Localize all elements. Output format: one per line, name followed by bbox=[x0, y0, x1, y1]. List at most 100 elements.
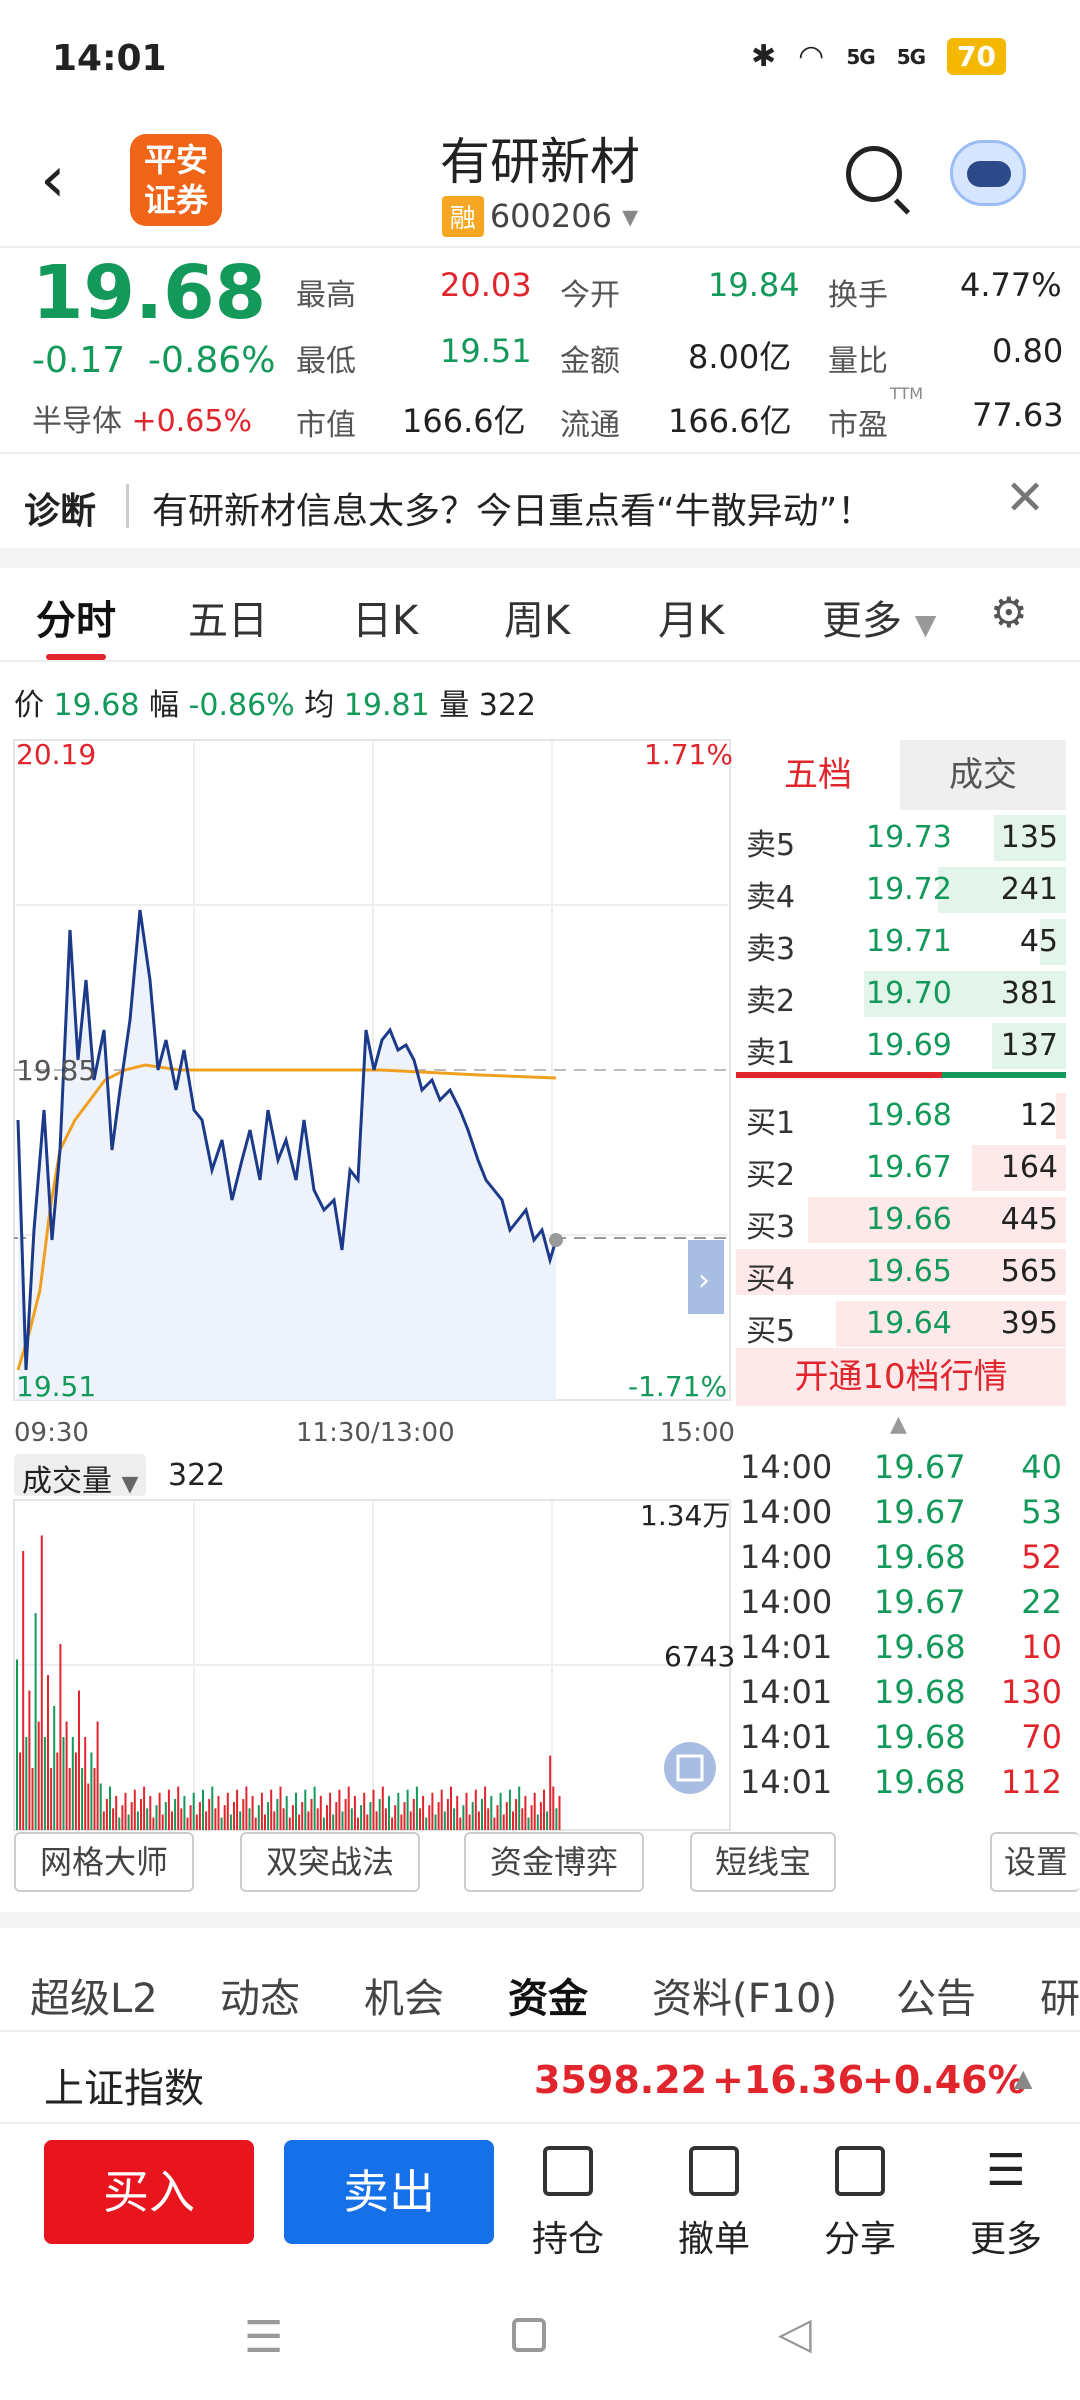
tool-double-breakout[interactable]: 双突战法 bbox=[240, 1832, 420, 1892]
intraday-chart[interactable]: › bbox=[0, 730, 736, 1840]
share-button[interactable]: 分享 bbox=[810, 2146, 910, 2262]
volume-bar bbox=[304, 1789, 307, 1830]
volume-bar bbox=[512, 1811, 514, 1830]
volume-bar bbox=[443, 1811, 446, 1830]
industry[interactable]: 半导体 +0.65% bbox=[32, 396, 252, 440]
volume-bar bbox=[453, 1808, 456, 1830]
volume-bar bbox=[205, 1811, 208, 1830]
sell-button[interactable]: 卖出 bbox=[284, 2140, 494, 2244]
volume-bar bbox=[198, 1802, 201, 1830]
volume-bar bbox=[124, 1792, 127, 1830]
volume-bar bbox=[301, 1802, 304, 1830]
volume-bar bbox=[25, 1737, 28, 1830]
volume-bar bbox=[254, 1817, 257, 1830]
stock-code-row[interactable]: 融 600206 ▾ bbox=[0, 196, 1080, 237]
volume-bar bbox=[242, 1799, 245, 1830]
volume-bar bbox=[555, 1808, 558, 1830]
volume-bar bbox=[115, 1795, 118, 1830]
chevron-up-icon[interactable]: ▲ bbox=[1014, 2064, 1032, 2092]
volume-bar bbox=[130, 1802, 133, 1830]
more-button[interactable]: ☰ 更多 bbox=[956, 2146, 1056, 2262]
assistant-robot-icon[interactable] bbox=[950, 140, 1026, 206]
volume-bar bbox=[90, 1752, 93, 1830]
volume-bar bbox=[93, 1768, 96, 1830]
tool-short-term[interactable]: 短线宝 bbox=[690, 1832, 836, 1892]
tab-super-l2[interactable]: 超级L2 bbox=[30, 1966, 158, 2024]
y-bot-label: 19.51 bbox=[16, 1370, 97, 1403]
index-value: 3598.22 bbox=[534, 2058, 708, 2102]
tab-f10[interactable]: 资料(F10) bbox=[652, 1966, 837, 2024]
tab-five-levels[interactable]: 五档 bbox=[736, 740, 900, 810]
mcap-value: 166.6亿 bbox=[402, 402, 526, 440]
volume-bar bbox=[369, 1802, 372, 1830]
tab-monthly-k[interactable]: 月K bbox=[658, 588, 724, 646]
menu-nav-icon[interactable]: ☰ bbox=[244, 2312, 283, 2363]
bid-ask-ratio-bar bbox=[736, 1072, 1066, 1078]
tool-fund-game[interactable]: 资金博弈 bbox=[464, 1832, 644, 1892]
system-nav-bar: ☰ ◁ bbox=[0, 2290, 1080, 2400]
tab-intraday[interactable]: 分时 bbox=[36, 588, 116, 646]
tab-announcement[interactable]: 公告 bbox=[896, 1966, 976, 2024]
volume-bar bbox=[229, 1814, 232, 1830]
tab-opportunity[interactable]: 机会 bbox=[364, 1966, 444, 2024]
holdings-button[interactable]: 持仓 bbox=[518, 2146, 618, 2262]
diagnosis-banner[interactable]: 诊断 有研新材信息太多？今日重点看“牛散异动”！ ✕ bbox=[0, 460, 1080, 548]
cancel-order-button[interactable]: 撤单 bbox=[664, 2146, 764, 2262]
volume-bar bbox=[285, 1795, 288, 1830]
volume-bar bbox=[493, 1817, 496, 1830]
tab-weekly-k[interactable]: 周K bbox=[504, 588, 570, 646]
close-icon[interactable]: ✕ bbox=[1005, 470, 1045, 526]
diagnosis-message: 有研新材信息太多？今日重点看“牛散异动”！ bbox=[152, 491, 874, 532]
index-ticker[interactable]: 上证指数 3598.22 +16.36 +0.46% ▲ bbox=[0, 2036, 1080, 2122]
volume-bar bbox=[127, 1814, 130, 1830]
volume-bar bbox=[536, 1814, 539, 1830]
chevron-up-icon[interactable]: ▲ bbox=[890, 1412, 907, 1437]
menu-icon: ☰ bbox=[986, 2145, 1026, 2196]
volume-bar bbox=[78, 1690, 80, 1830]
volume-bar bbox=[288, 1817, 291, 1830]
trade-row: 14:00 19.67 40 bbox=[740, 1448, 1062, 1486]
volume-bar bbox=[546, 1811, 549, 1830]
volume-ratio-value: 0.80 bbox=[992, 332, 1064, 370]
volume-bar bbox=[508, 1789, 511, 1830]
volume-bar bbox=[329, 1792, 332, 1830]
status-bar: 14:01 ✱ ◠ 5G 5G 70 bbox=[0, 0, 1080, 120]
tab-research[interactable]: 研 bbox=[1040, 1966, 1080, 2024]
tab-capital[interactable]: 资金 bbox=[508, 1966, 588, 2024]
volume-bar bbox=[332, 1814, 335, 1830]
gear-icon[interactable]: ⚙ bbox=[990, 588, 1028, 637]
buy-button[interactable]: 买入 bbox=[44, 2140, 254, 2244]
volume-bar bbox=[192, 1792, 195, 1830]
volume-bar bbox=[484, 1786, 487, 1830]
pct-top-label: 1.71% bbox=[644, 738, 733, 771]
volume-bar bbox=[99, 1783, 102, 1830]
open-value: 19.84 bbox=[708, 266, 800, 304]
tab-trades[interactable]: 成交 bbox=[900, 740, 1066, 810]
volume-bar bbox=[84, 1737, 87, 1830]
high-label: 最高 bbox=[296, 278, 356, 313]
tab-more[interactable]: 更多 ▼ bbox=[822, 588, 936, 646]
back-nav-icon[interactable]: ◁ bbox=[778, 2308, 812, 2359]
tab-5day[interactable]: 五日 bbox=[188, 588, 268, 646]
tool-settings[interactable]: 设置 bbox=[990, 1832, 1080, 1892]
x-end-label: 15:00 bbox=[660, 1418, 735, 1448]
volume-bar bbox=[34, 1613, 37, 1830]
battery-icon: 70 bbox=[947, 38, 1006, 75]
tab-news[interactable]: 动态 bbox=[220, 1966, 300, 2024]
volume-bar bbox=[81, 1768, 84, 1830]
volume-bar bbox=[326, 1805, 328, 1830]
volume-bar bbox=[112, 1808, 115, 1830]
search-icon[interactable] bbox=[846, 146, 902, 202]
volume-bar bbox=[214, 1808, 217, 1830]
volume-bar bbox=[43, 1737, 46, 1830]
tool-grid-master[interactable]: 网格大师 bbox=[14, 1832, 194, 1892]
tab-daily-k[interactable]: 日K bbox=[352, 588, 418, 646]
volume-bar bbox=[406, 1789, 409, 1830]
volume-bar bbox=[437, 1802, 440, 1830]
home-nav-icon[interactable] bbox=[512, 2318, 546, 2352]
volume-indicator-select[interactable]: 成交量 ▼ bbox=[14, 1454, 147, 1499]
volume-bar bbox=[338, 1789, 341, 1830]
upgrade-10-level-button[interactable]: 开通10档行情 bbox=[736, 1348, 1066, 1406]
volume-bar bbox=[474, 1789, 477, 1830]
volume-bar bbox=[496, 1805, 499, 1830]
